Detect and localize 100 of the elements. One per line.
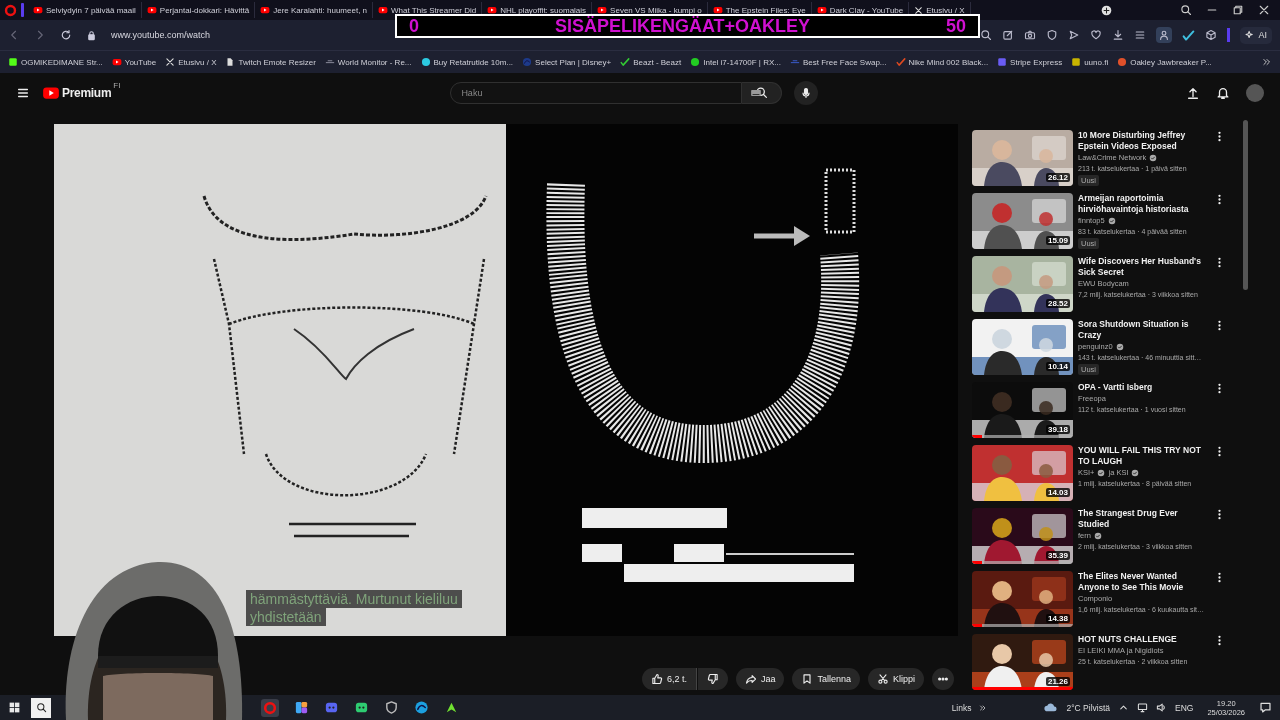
reload-icon[interactable] [60, 29, 72, 41]
play-icon [146, 5, 157, 15]
circle-icon [420, 57, 431, 67]
ai-button[interactable]: AI [1240, 26, 1272, 44]
video-title[interactable]: Armeijan raportoimia hirviöhavaintoja historiasta [1078, 193, 1206, 216]
video-title[interactable]: Sora Shutdown Situation is Crazy [1078, 319, 1206, 342]
video-duration: 35.39 [1045, 551, 1070, 561]
bookmark-link[interactable]: Intel i7-14700F | RX... [690, 57, 781, 67]
shield-icon[interactable] [1046, 29, 1059, 41]
dislike-button[interactable] [697, 668, 728, 691]
windows-icon[interactable] [8, 701, 21, 715]
logo-text[interactable]: Premium [62, 85, 112, 100]
video-title[interactable]: OPA - Vartti Isberg [1078, 382, 1206, 394]
edit-icon[interactable] [1002, 29, 1015, 41]
bookmark-link[interactable]: YouTube [111, 57, 157, 67]
chevrons-icon[interactable] [1262, 57, 1272, 67]
video-duration: 21.26 [1045, 677, 1070, 687]
bookmark-link[interactable]: uuno.fi [1071, 57, 1109, 67]
scrollbar[interactable] [1243, 120, 1248, 291]
save-button[interactable]: Tallenna [792, 668, 860, 691]
video-title[interactable]: Wife Discovers Her Husband's Sick Secret [1078, 256, 1206, 279]
camera-icon[interactable] [1024, 29, 1037, 41]
tiles-icon[interactable] [294, 700, 309, 716]
score-right: 50 [945, 15, 966, 37]
chevrons-icon[interactable] [979, 703, 988, 712]
video-title[interactable]: 10 More Disturbing Jeffrey Epstein Videos Exposed [1078, 130, 1206, 153]
bookmark-link[interactable]: Buy Retatrutide 10m... [420, 57, 514, 67]
bookmark-icon [801, 673, 814, 686]
circle-icon [690, 57, 701, 67]
address-field[interactable]: www.youtube.com/watch [111, 30, 211, 40]
language-label[interactable]: ENG [1175, 702, 1194, 713]
thumbs-up-icon [650, 673, 663, 686]
play-icon [33, 5, 43, 15]
video-duration: 28.52 [1045, 299, 1070, 309]
bookmark-link[interactable]: Stripe Express [997, 57, 1063, 67]
avatar[interactable] [1246, 83, 1264, 102]
browser-tab[interactable]: Perjantai-dokkari: Hävittä [141, 2, 256, 18]
tick-icon [895, 57, 906, 67]
square-icon [997, 57, 1008, 67]
shield-icon[interactable] [384, 700, 399, 716]
notification-icon[interactable] [1259, 701, 1272, 715]
browser-tab[interactable]: Selviydyin 7 päivää maail [28, 2, 142, 18]
mic-button[interactable] [794, 80, 819, 105]
more-button[interactable] [932, 668, 954, 691]
play-icon [260, 5, 271, 15]
links-label[interactable]: Links [951, 702, 972, 713]
upload-icon[interactable] [1186, 85, 1200, 100]
x-icon [914, 5, 924, 15]
lock-icon [86, 29, 97, 41]
zoom-icon[interactable] [980, 29, 993, 41]
share-icon [744, 673, 757, 686]
bookmark-link[interactable]: Best Free Face Swap... [789, 57, 887, 67]
search-button[interactable] [31, 697, 51, 718]
video-duration: 26.12 [1045, 173, 1070, 183]
person-icon[interactable] [1158, 29, 1171, 41]
search-button[interactable] [742, 81, 783, 104]
thumbs-down-icon [706, 673, 719, 686]
search-field[interactable]: Haku [450, 81, 743, 104]
scissors-icon [877, 673, 889, 686]
video-title[interactable]: YOU WILL FAIL THIS TRY NOT TO LAUGH [1078, 445, 1206, 468]
monitor-icon[interactable] [1137, 702, 1149, 714]
bookmark-link[interactable]: Beazt - Beazt [620, 57, 682, 67]
bookmark-link[interactable]: OGMIKEDIMANE Str... [8, 57, 103, 67]
region-label: FI [113, 80, 121, 90]
x-icon [165, 57, 176, 67]
video-title[interactable]: The Elites Never Wanted Anyone to See This Movie [1078, 571, 1206, 594]
like-button[interactable]: 6,2 t. [641, 668, 697, 691]
ring-icon[interactable] [263, 700, 277, 715]
new-tab-icon[interactable] [1101, 4, 1112, 16]
opera-logo-icon[interactable] [4, 3, 17, 17]
cube-icon[interactable] [1205, 29, 1218, 41]
video-duration: 10.14 [1045, 362, 1070, 372]
wave-icon [522, 57, 533, 67]
weather-label[interactable]: 2°C Pilvistä [1066, 702, 1111, 713]
video-duration: 15.09 [1045, 236, 1070, 246]
search-icon [35, 702, 47, 714]
speaker-icon[interactable] [1156, 702, 1168, 714]
wave-icon[interactable] [414, 700, 429, 716]
bookmark-link[interactable]: Etusivu / X [165, 57, 217, 67]
close-icon[interactable] [1258, 4, 1270, 16]
clip-button[interactable]: Klippi [868, 668, 924, 691]
bookmark-link[interactable]: Nike Mind 002 Black... [895, 57, 989, 67]
share-button[interactable]: Jaa [735, 668, 785, 691]
video-title[interactable]: HOT NUTS CHALLENGE [1078, 634, 1206, 646]
restore-icon[interactable] [1232, 4, 1244, 16]
download-icon[interactable] [1112, 29, 1125, 41]
search-icon[interactable] [1180, 4, 1192, 16]
extension-icon[interactable] [1182, 28, 1196, 42]
bookmark-link[interactable]: Twitch Emote Resizer [225, 57, 316, 67]
bookmark-link[interactable]: World Monitor - Re... [324, 57, 412, 67]
browser-tab[interactable]: Jere Karalahti: huumeet, n [255, 2, 374, 18]
send-icon[interactable] [1068, 29, 1081, 41]
video-duration: 14.38 [1045, 614, 1070, 624]
heart-icon[interactable] [1090, 29, 1103, 41]
bell-icon[interactable] [1216, 85, 1230, 100]
overlay-title: SISÄPELIKENGÄAT+OAKLEY [554, 15, 811, 37]
play-icon [111, 57, 122, 67]
video-title[interactable]: The Strangest Drug Ever Studied [1078, 508, 1206, 531]
bookmark-link[interactable]: Select Plan | Disney+ [522, 57, 612, 67]
bookmark-link[interactable]: Oakley Jawbreaker P... [1117, 57, 1212, 67]
